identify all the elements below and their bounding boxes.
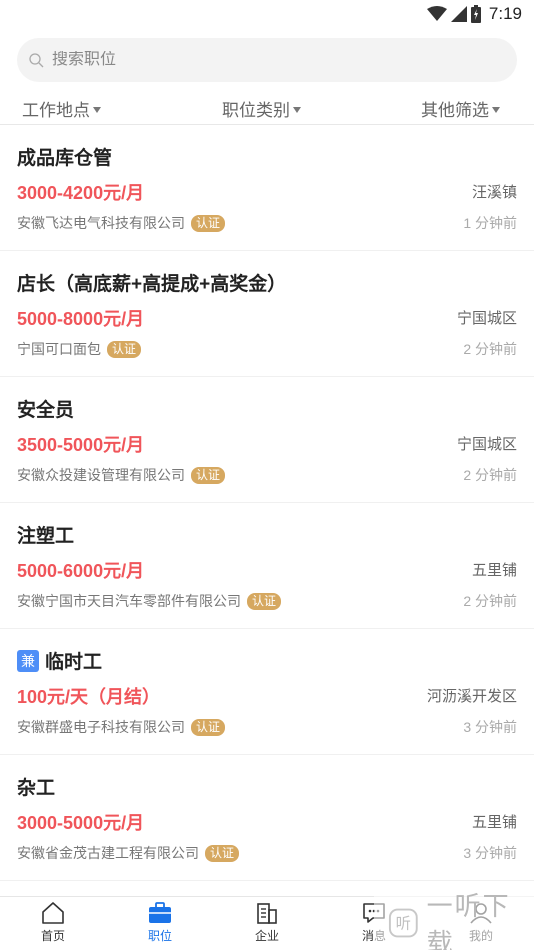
job-salary: 5000-8000元/月 [17,309,145,329]
job-title: 杂工 [17,773,55,800]
briefcase-icon [149,902,171,923]
job-company: 安徽宁国市天目汽车零部件有限公司 认证 [17,591,282,611]
job-location: 河沥溪开发区 [426,688,517,705]
filter-location[interactable]: 工作地点 [22,96,101,121]
job-company: 宁国可口面包 认证 [17,339,142,359]
certified-badge: 认证 [191,718,226,736]
company-name: 安徽省金茂古建工程有限公司 [17,845,199,861]
job-location: 五里铺 [471,562,517,579]
job-item[interactable]: 安全员 3500-5000元/月 宁国城区 安徽众投建设管理有限公司 认证 2 分… [0,377,534,503]
building-icon [257,903,277,924]
filter-location-label: 工作地点 [22,101,90,120]
job-location: 汪溪镇 [471,184,517,201]
job-list: 成品库仓管 3000-4200元/月 汪溪镇 安徽飞达电气科技有限公司 认证 1 … [0,125,534,881]
job-title-text: 店长（高底薪+高提成+高奖金） [17,274,287,295]
job-title: 店长（高底薪+高提成+高奖金） [17,269,286,296]
tab-home-label: 首页 [40,929,65,943]
job-time: 3 分钟前 [463,845,517,861]
job-time: 1 分钟前 [463,215,517,231]
job-company: 安徽省金茂古建工程有限公司 认证 [17,843,240,863]
job-item[interactable]: 成品库仓管 3000-4200元/月 汪溪镇 安徽飞达电气科技有限公司 认证 1 … [0,125,534,251]
search-icon [29,52,44,67]
job-title-text: 注塑工 [17,526,75,547]
certified-badge: 认证 [191,466,226,484]
job-time: 3 分钟前 [463,719,517,735]
certified-badge: 认证 [205,844,240,862]
job-title: 兼临时工 [17,647,102,674]
caret-down-icon [492,106,500,113]
job-time: 2 分钟前 [463,341,517,357]
job-item[interactable]: 注塑工 5000-6000元/月 五里铺 安徽宁国市天目汽车零部件有限公司 认证 … [0,503,534,629]
job-title-text: 临时工 [45,652,103,673]
job-company: 安徽群盛电子科技有限公司 认证 [17,717,226,737]
watermark-logo-icon: 听 [388,908,418,938]
filter-category-label: 职位类别 [222,101,290,120]
job-item[interactable]: 杂工 3000-5000元/月 五里铺 安徽省金茂古建工程有限公司 认证 3 分钟… [0,755,534,881]
job-company: 安徽飞达电气科技有限公司 认证 [17,213,226,233]
job-salary: 3000-4200元/月 [17,183,145,203]
tab-jobs[interactable]: 职位 [125,901,195,944]
job-time: 2 分钟前 [463,593,517,609]
caret-down-icon [93,106,101,113]
part-time-tag: 兼 [17,649,39,672]
job-salary: 5000-6000元/月 [17,561,145,581]
svg-text:听: 听 [396,915,411,933]
filter-bar: 工作地点 职位类别 其他筛选 [0,96,534,124]
job-title: 成品库仓管 [17,143,112,170]
job-title-text: 安全员 [17,400,75,421]
job-salary: 3000-5000元/月 [17,813,145,833]
job-salary: 100元/天（月结） [17,687,161,707]
filter-other[interactable]: 其他筛选 [421,96,500,121]
watermark-text: 一听下载 [426,891,511,950]
job-title-text: 成品库仓管 [17,148,113,169]
company-name: 安徽众投建设管理有限公司 [17,467,185,483]
certified-badge: 认证 [107,340,142,358]
company-name: 宁国可口面包 [17,341,101,357]
company-name: 安徽群盛电子科技有限公司 [17,719,185,735]
status-time: 7:19 [488,4,522,23]
filter-other-label: 其他筛选 [421,101,489,120]
job-title-text: 杂工 [17,778,56,799]
job-item[interactable]: 店长（高底薪+高提成+高奖金） 5000-8000元/月 宁国城区 宁国可口面包… [0,251,534,377]
tab-home[interactable]: 首页 [18,901,88,944]
job-time: 2 分钟前 [463,467,517,483]
signal-icon [450,6,467,22]
tab-jobs-label: 职位 [147,929,172,943]
filter-category[interactable]: 职位类别 [222,96,301,121]
search-bar[interactable] [17,38,517,82]
job-title: 注塑工 [17,521,74,548]
job-item[interactable]: 兼临时工 100元/天（月结） 河沥溪开发区 安徽群盛电子科技有限公司 认证 3 … [0,629,534,755]
tab-company-label: 企业 [254,929,279,943]
company-name: 安徽宁国市天目汽车零部件有限公司 [17,593,241,609]
tab-company[interactable]: 企业 [232,901,302,944]
certified-badge: 认证 [247,592,282,610]
job-location: 五里铺 [471,814,517,831]
certified-badge: 认证 [191,214,226,232]
watermark: 听 一听下载 [374,891,534,950]
job-title: 安全员 [17,395,74,422]
wifi-icon [426,6,447,21]
caret-down-icon [293,106,301,113]
job-company: 安徽众投建设管理有限公司 认证 [17,465,226,485]
search-input[interactable] [52,51,472,69]
home-icon [42,902,64,924]
battery-icon [470,5,481,23]
company-name: 安徽飞达电气科技有限公司 [17,215,185,231]
job-salary: 3500-5000元/月 [17,435,145,455]
job-location: 宁国城区 [456,436,517,453]
job-location: 宁国城区 [456,310,517,327]
status-bar: 7:19 [0,0,534,28]
